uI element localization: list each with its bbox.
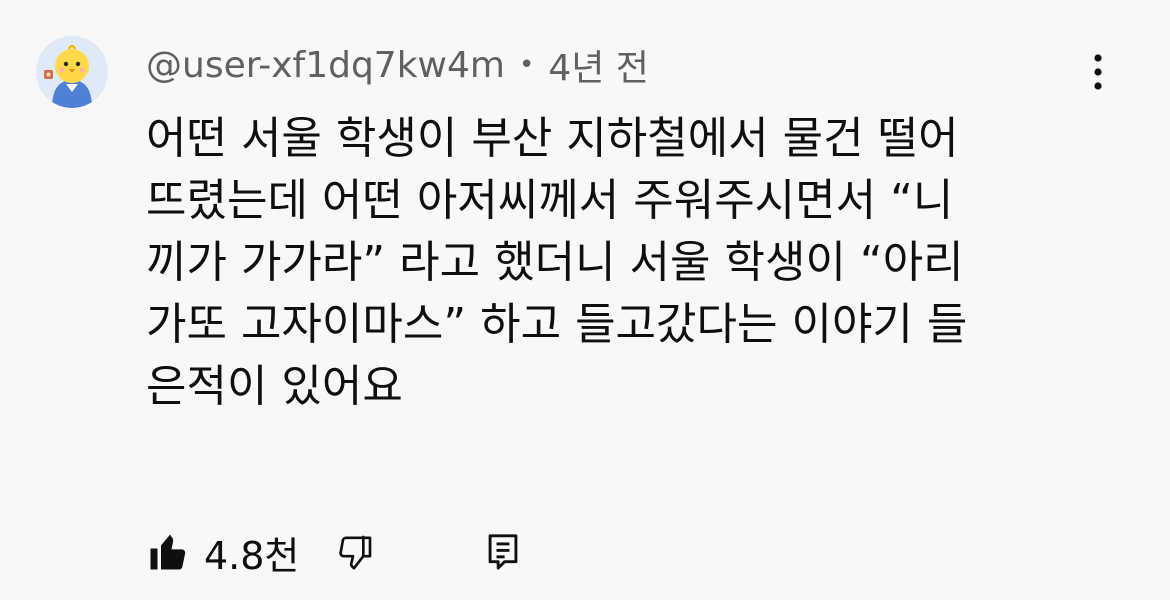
thumbs-down-outline-icon	[339, 535, 372, 570]
like-button[interactable]	[146, 527, 190, 577]
vertical-ellipsis-icon	[1094, 54, 1102, 90]
avatar[interactable]	[36, 36, 108, 108]
comment-actions: 4.8천	[146, 524, 525, 580]
comment-reply-icon	[489, 534, 518, 570]
more-options-button[interactable]	[1080, 50, 1116, 94]
dislike-button[interactable]	[333, 527, 377, 577]
chick-avatar-icon	[44, 44, 92, 108]
timestamp[interactable]: 4년 전	[548, 39, 649, 91]
comment-header: @user-xf1dq7kw4m • 4년 전	[146, 40, 649, 90]
separator-dot: •	[518, 50, 535, 80]
author-handle[interactable]: @user-xf1dq7kw4m	[146, 45, 505, 86]
thumbs-up-filled-icon	[150, 534, 186, 570]
comment-text: 어떤 서울 학생이 부산 지하철에서 물건 떨어 뜨렸는데 어떤 아저씨께서 주…	[146, 113, 968, 412]
reply-button[interactable]	[481, 527, 525, 577]
like-count: 4.8천	[204, 533, 300, 578]
comment-card: @user-xf1dq7kw4m • 4년 전 어떤 서울 학생이 부산 지하철…	[0, 0, 1170, 600]
